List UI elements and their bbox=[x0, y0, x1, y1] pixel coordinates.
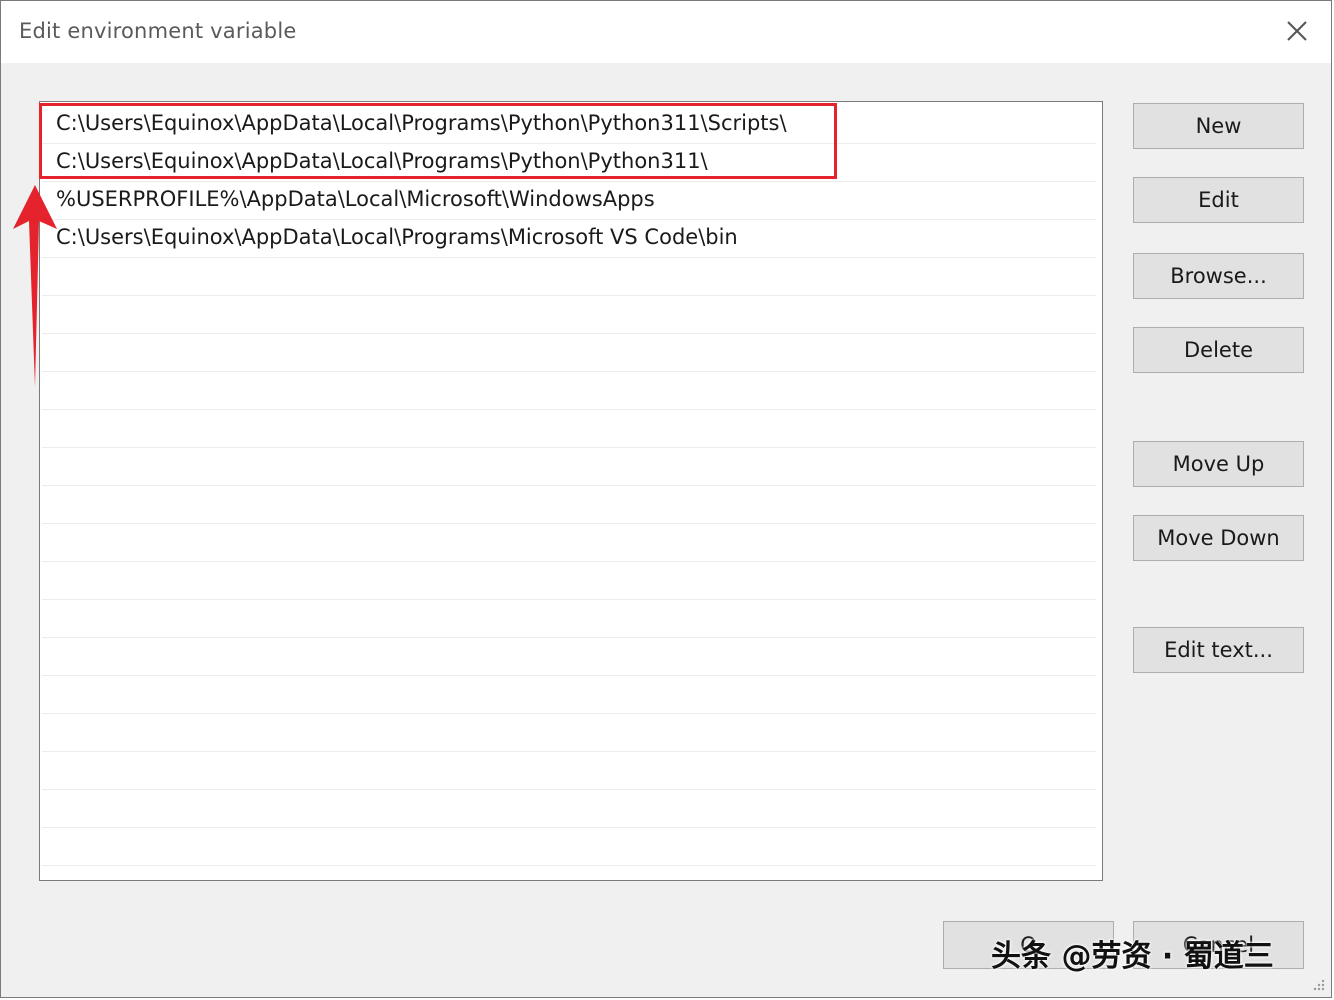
list-item-text: %USERPROFILE%\AppData\Local\Microsoft\Wi… bbox=[56, 187, 655, 211]
empty-row bbox=[42, 410, 1096, 448]
empty-row bbox=[42, 638, 1096, 676]
list-item[interactable]: C:\Users\Equinox\AppData\Local\Programs\… bbox=[42, 220, 1096, 258]
empty-row bbox=[42, 676, 1096, 714]
watermark: 头条 @劳资 · 蜀道三 bbox=[991, 939, 1274, 974]
list-item-text: C:\Users\Equinox\AppData\Local\Programs\… bbox=[56, 111, 787, 135]
list-item[interactable]: C:\Users\Equinox\AppData\Local\Programs\… bbox=[42, 144, 1096, 182]
move-down-button[interactable]: Move Down bbox=[1133, 515, 1304, 561]
title-bar: Edit environment variable bbox=[1, 1, 1331, 63]
empty-row bbox=[42, 828, 1096, 866]
list-item[interactable]: C:\Users\Equinox\AppData\Local\Programs\… bbox=[42, 106, 1096, 144]
close-button[interactable] bbox=[1281, 15, 1313, 47]
delete-button[interactable]: Delete bbox=[1133, 327, 1304, 373]
empty-row bbox=[42, 600, 1096, 638]
empty-row bbox=[42, 448, 1096, 486]
empty-row bbox=[42, 790, 1096, 828]
new-button[interactable]: New bbox=[1133, 103, 1304, 149]
move-up-button[interactable]: Move Up bbox=[1133, 441, 1304, 487]
empty-row bbox=[42, 562, 1096, 600]
edit-text-button[interactable]: Edit text... bbox=[1133, 627, 1304, 673]
path-list[interactable]: C:\Users\Equinox\AppData\Local\Programs\… bbox=[39, 101, 1103, 881]
close-icon bbox=[1287, 21, 1307, 41]
edit-environment-variable-dialog: Edit environment variable C:\Users\Equin… bbox=[0, 0, 1332, 998]
empty-row bbox=[42, 486, 1096, 524]
empty-row bbox=[42, 752, 1096, 790]
empty-row bbox=[42, 714, 1096, 752]
empty-row bbox=[42, 296, 1096, 334]
resize-grip-icon[interactable] bbox=[1311, 977, 1325, 991]
list-item[interactable]: %USERPROFILE%\AppData\Local\Microsoft\Wi… bbox=[42, 182, 1096, 220]
dialog-title: Edit environment variable bbox=[19, 19, 297, 43]
browse-button[interactable]: Browse... bbox=[1133, 253, 1304, 299]
list-item-text: C:\Users\Equinox\AppData\Local\Programs\… bbox=[56, 225, 738, 249]
empty-row bbox=[42, 334, 1096, 372]
empty-row bbox=[42, 372, 1096, 410]
edit-button[interactable]: Edit bbox=[1133, 177, 1304, 223]
empty-row bbox=[42, 258, 1096, 296]
list-item-text: C:\Users\Equinox\AppData\Local\Programs\… bbox=[56, 149, 708, 173]
empty-row bbox=[42, 524, 1096, 562]
